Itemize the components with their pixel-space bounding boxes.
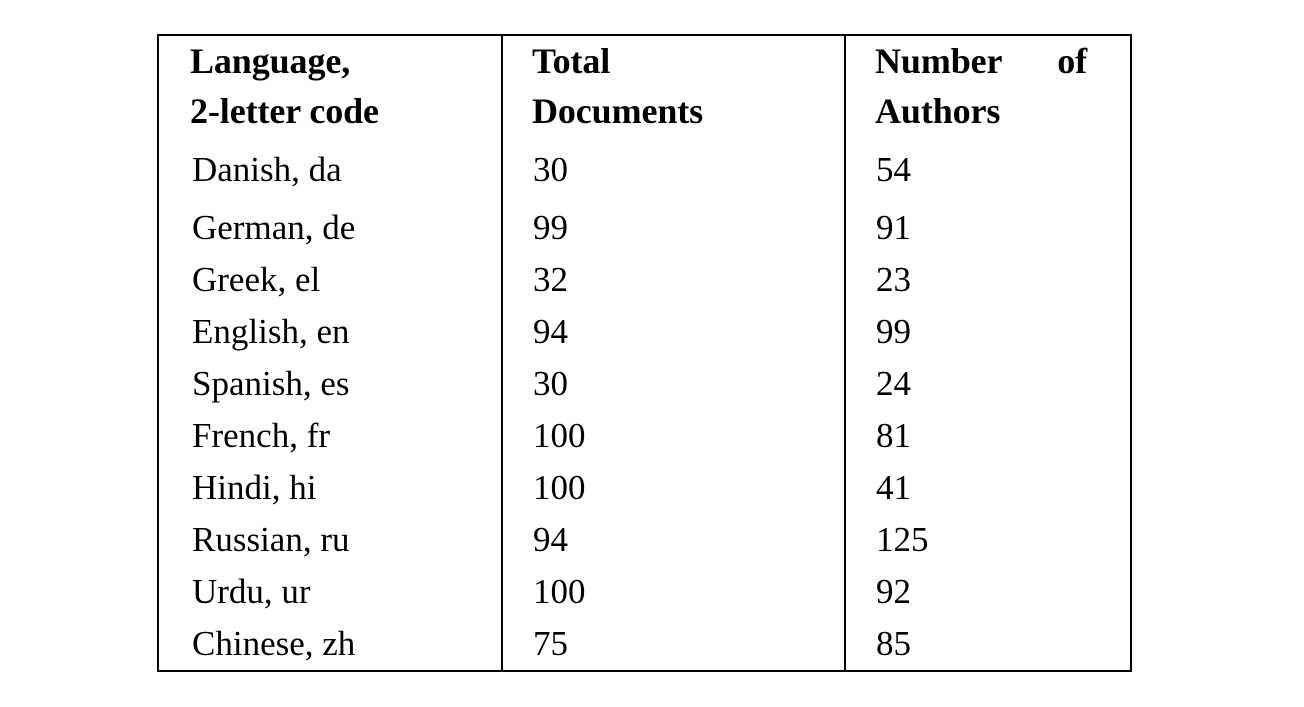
cell-language: Chinese, zh [158, 618, 502, 671]
cell-number-of-authors: 91 [844, 202, 1131, 254]
header-total-documents-line1: Total [532, 41, 611, 81]
table-row: Greek, el 32 23 [158, 254, 1131, 306]
cell-total-documents-text: 94 [533, 520, 568, 559]
header-number-of-authors-line1: Number of [875, 36, 1087, 86]
cell-number-of-authors: 81 [844, 410, 1131, 462]
table-row: English, en 94 99 [158, 306, 1131, 358]
table-row: Chinese, zh 75 85 [158, 618, 1131, 671]
table-row: Danish, da 30 54 [158, 144, 1131, 202]
cell-total-documents: 30 [501, 144, 845, 202]
header-language-line2: 2-letter code [190, 91, 379, 131]
cell-language-text: Greek, el [192, 260, 321, 299]
header-authors-word-of: of [1057, 41, 1087, 81]
cell-language: English, en [158, 306, 502, 358]
cell-total-documents-text: 75 [533, 624, 568, 663]
table-body: Language, 2-letter code Total Documents … [158, 35, 1131, 671]
cell-number-of-authors-text: 85 [876, 624, 911, 663]
cell-total-documents-text: 100 [533, 572, 586, 611]
cell-total-documents-text: 30 [533, 150, 568, 189]
cell-language: Danish, da [158, 144, 502, 202]
cell-language-text: Hindi, hi [192, 468, 317, 507]
cell-total-documents: 100 [501, 462, 845, 514]
header-authors-word-number: Number [875, 41, 1003, 81]
cell-total-documents: 94 [501, 306, 845, 358]
table-header-row: Language, 2-letter code Total Documents … [158, 35, 1131, 144]
table-row: Urdu, ur 100 92 [158, 566, 1131, 618]
header-total-documents-line2: Documents [532, 91, 704, 131]
table-row: Russian, ru 94 125 [158, 514, 1131, 566]
cell-number-of-authors-text: 91 [876, 208, 911, 247]
cell-number-of-authors: 85 [844, 618, 1131, 671]
cell-total-documents: 100 [501, 410, 845, 462]
cell-number-of-authors-text: 81 [876, 416, 911, 455]
cell-number-of-authors: 54 [844, 144, 1131, 202]
cell-language: Russian, ru [158, 514, 502, 566]
cell-total-documents-text: 99 [533, 208, 568, 247]
cell-language-text: Chinese, zh [192, 624, 356, 663]
cell-number-of-authors-text: 23 [876, 260, 911, 299]
table-row: German, de 99 91 [158, 202, 1131, 254]
cell-language-text: French, fr [192, 416, 331, 455]
cell-language: Hindi, hi [158, 462, 502, 514]
header-number-of-authors-line2: Authors [875, 91, 1001, 131]
cell-number-of-authors-text: 24 [876, 364, 911, 403]
cell-total-documents-text: 100 [533, 416, 586, 455]
cell-language: Urdu, ur [158, 566, 502, 618]
header-cell-total-documents: Total Documents [501, 35, 845, 144]
cell-language-text: German, de [192, 208, 356, 247]
cell-total-documents: 94 [501, 514, 845, 566]
cell-language: German, de [158, 202, 502, 254]
cell-number-of-authors-text: 92 [876, 572, 911, 611]
table-row: French, fr 100 81 [158, 410, 1131, 462]
header-cell-number-of-authors: Number of Authors [844, 35, 1131, 144]
cell-language: Greek, el [158, 254, 502, 306]
cell-total-documents: 99 [501, 202, 845, 254]
cell-number-of-authors: 92 [844, 566, 1131, 618]
cell-language-text: Spanish, es [192, 364, 350, 403]
cell-number-of-authors-text: 99 [876, 312, 911, 351]
cell-number-of-authors: 99 [844, 306, 1131, 358]
cell-number-of-authors-text: 41 [876, 468, 911, 507]
table-row: Spanish, es 30 24 [158, 358, 1131, 410]
cell-number-of-authors-text: 125 [876, 520, 929, 559]
cell-total-documents: 30 [501, 358, 845, 410]
cell-language-text: Russian, ru [192, 520, 350, 559]
cell-language-text: English, en [192, 312, 350, 351]
cell-language: Spanish, es [158, 358, 502, 410]
language-statistics-table: Language, 2-letter code Total Documents … [157, 34, 1132, 672]
cell-number-of-authors: 24 [844, 358, 1131, 410]
cell-total-documents-text: 100 [533, 468, 586, 507]
cell-number-of-authors: 125 [844, 514, 1131, 566]
page-canvas: Language, 2-letter code Total Documents … [0, 0, 1304, 707]
table-row: Hindi, hi 100 41 [158, 462, 1131, 514]
cell-total-documents: 100 [501, 566, 845, 618]
cell-number-of-authors-text: 54 [876, 150, 911, 189]
cell-total-documents-text: 32 [533, 260, 568, 299]
cell-number-of-authors: 41 [844, 462, 1131, 514]
header-language-line1: Language, [190, 41, 351, 81]
cell-language-text: Danish, da [192, 150, 342, 189]
cell-total-documents-text: 30 [533, 364, 568, 403]
header-cell-language: Language, 2-letter code [158, 35, 502, 144]
cell-total-documents: 32 [501, 254, 845, 306]
cell-total-documents: 75 [501, 618, 845, 671]
cell-language: French, fr [158, 410, 502, 462]
cell-language-text: Urdu, ur [192, 572, 311, 611]
cell-total-documents-text: 94 [533, 312, 568, 351]
cell-number-of-authors: 23 [844, 254, 1131, 306]
